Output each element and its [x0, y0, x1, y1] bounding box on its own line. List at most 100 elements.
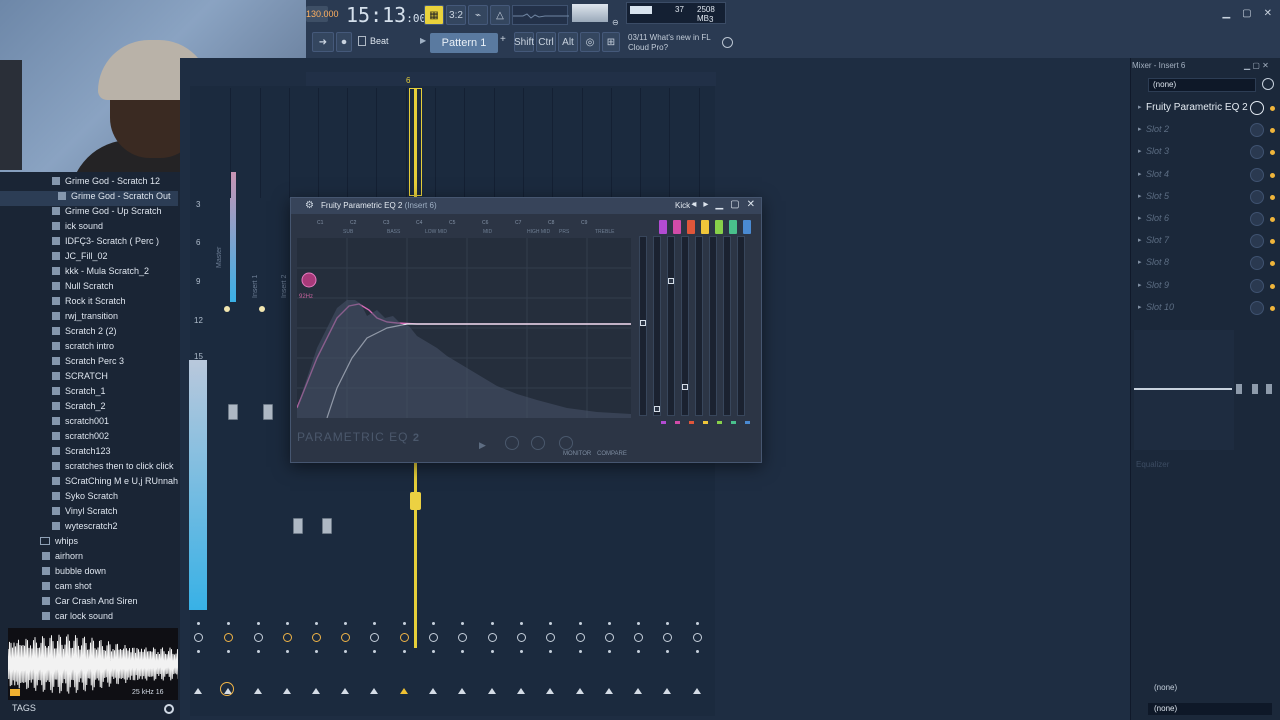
- pan-knob[interactable]: [605, 633, 614, 642]
- route-send-icon[interactable]: [517, 688, 525, 694]
- pattern-selector[interactable]: Pattern 1: [430, 33, 498, 53]
- route-send-icon[interactable]: [634, 688, 642, 694]
- slot-mix-knob[interactable]: [1250, 145, 1264, 160]
- strip-enable-led[interactable]: [259, 306, 265, 312]
- browser-file-item[interactable]: Rock it Scratch: [0, 296, 178, 311]
- slot-mix-knob[interactable]: [1250, 167, 1264, 182]
- effect-slot[interactable]: ▸ Slot 8: [1132, 253, 1278, 275]
- browser-file-item[interactable]: Scratch123: [0, 446, 178, 461]
- browser-file-item[interactable]: wytescratch2: [0, 521, 178, 536]
- song-time-display[interactable]: 15:13:00: [346, 3, 426, 27]
- mini-eq-fader-2[interactable]: [1252, 384, 1258, 394]
- ctrl-button[interactable]: Ctrl: [536, 32, 556, 52]
- slot-expand-icon[interactable]: ▸: [1138, 147, 1142, 155]
- eq-play-icon[interactable]: ▶: [479, 440, 486, 451]
- snap-beat-label[interactable]: Beat: [370, 36, 389, 46]
- minimize-icon[interactable]: ▁: [715, 199, 723, 210]
- eq-band-chip[interactable]: [729, 220, 737, 234]
- browser-file-item[interactable]: Scratch Perc 3: [0, 356, 178, 371]
- eq-band-chip[interactable]: [673, 220, 681, 234]
- latency-icon[interactable]: [1262, 78, 1274, 90]
- alt-button[interactable]: Alt: [558, 32, 578, 52]
- search-icon[interactable]: [164, 704, 174, 714]
- store-button[interactable]: ⊞: [602, 32, 620, 52]
- pan-knob[interactable]: [517, 633, 526, 642]
- slot-mix-knob[interactable]: [1250, 101, 1264, 115]
- pan-knob[interactable]: [341, 633, 350, 642]
- slot-mix-knob[interactable]: [1250, 123, 1264, 138]
- master-route-icon[interactable]: [220, 682, 234, 696]
- tempo-display[interactable]: 130.000: [306, 6, 339, 22]
- browser-file-item[interactable]: scratch002: [0, 431, 178, 446]
- route-send-icon[interactable]: [194, 688, 202, 694]
- gear-icon[interactable]: ⚙: [305, 200, 314, 211]
- browser-file-item[interactable]: kkk - Mula Scratch_2: [0, 266, 178, 281]
- route-send-icon[interactable]: [400, 688, 408, 694]
- insert6-fader[interactable]: [410, 492, 421, 510]
- slot-expand-icon[interactable]: ▸: [1138, 258, 1142, 266]
- browser-file-item[interactable]: Null Scratch: [0, 281, 178, 296]
- effect-slot[interactable]: ▸ Slot 5: [1132, 187, 1278, 209]
- route-send-icon[interactable]: [546, 688, 554, 694]
- slot-enable-led[interactable]: [1270, 261, 1275, 267]
- browser-file-item[interactable]: car lock sound: [0, 611, 178, 626]
- route-send-icon[interactable]: [312, 688, 320, 694]
- effect-slot[interactable]: ▸ Slot 2: [1132, 120, 1278, 142]
- mini-eq-fader-3[interactable]: [1266, 384, 1272, 394]
- slot-mix-knob[interactable]: [1250, 256, 1264, 271]
- mini-eq[interactable]: [1134, 330, 1234, 450]
- volume-fader[interactable]: [228, 404, 238, 420]
- metronome-button[interactable]: △: [490, 5, 510, 25]
- prev-preset-icon[interactable]: ◂: [691, 199, 696, 210]
- eq-band-chip[interactable]: [715, 220, 723, 234]
- route-send-icon[interactable]: [663, 688, 671, 694]
- slot-enable-led[interactable]: [1270, 128, 1275, 134]
- browser-file-item[interactable]: SCRATCH: [0, 371, 178, 386]
- strip-enable-led[interactable]: [224, 306, 230, 312]
- route-send-icon[interactable]: [458, 688, 466, 694]
- pan-knob[interactable]: [283, 633, 292, 642]
- add-pattern-icon[interactable]: +: [500, 34, 506, 45]
- news-panel[interactable]: 03/11 What's new in FL Cloud Pro?: [628, 33, 711, 53]
- time-sig-button[interactable]: 3:2: [446, 5, 466, 25]
- restore-icon[interactable]: ▢: [1242, 8, 1251, 19]
- route-send-icon[interactable]: [488, 688, 496, 694]
- route-send-icon[interactable]: [370, 688, 378, 694]
- eq-band-gain-slider[interactable]: [737, 236, 745, 416]
- browser-file-item[interactable]: rwj_transition: [0, 311, 178, 326]
- eq-band-gain-slider[interactable]: [653, 236, 661, 416]
- browser-file-item[interactable]: SCratChing M e U,j RUnnah (Drops)_4: [0, 476, 221, 491]
- pan-knob[interactable]: [254, 633, 263, 642]
- pan-knob[interactable]: [400, 633, 409, 642]
- pan-knob[interactable]: [693, 633, 702, 642]
- effect-slot[interactable]: ▸ Slot 6: [1132, 209, 1278, 231]
- pan-knob[interactable]: [429, 633, 438, 642]
- tags-label[interactable]: TAGS: [12, 703, 36, 713]
- volume-fader[interactable]: [322, 518, 332, 534]
- eq-frequency-graph[interactable]: 92Hz: [296, 238, 631, 419]
- pan-knob[interactable]: [370, 633, 379, 642]
- slot-enable-led[interactable]: [1270, 150, 1275, 156]
- maximize-icon[interactable]: ▢: [730, 199, 739, 210]
- eq-titlebar[interactable]: ⚙ Fruity Parametric EQ 2 (Insert 6) Kick…: [291, 198, 761, 214]
- pattern-song-toggle[interactable]: ▦: [424, 5, 444, 25]
- slot-mix-knob[interactable]: [1250, 189, 1264, 204]
- browser-file-item[interactable]: Scratch_1: [0, 386, 178, 401]
- browser-file-item[interactable]: scratch001: [0, 416, 178, 431]
- volume-fader[interactable]: [263, 404, 273, 420]
- route-send-icon[interactable]: [693, 688, 701, 694]
- browser-file-item[interactable]: Car Crash And Siren: [0, 596, 178, 611]
- pan-knob[interactable]: [194, 633, 203, 642]
- eq-lin-button[interactable]: [505, 436, 519, 450]
- slot-expand-icon[interactable]: ▸: [1138, 125, 1142, 133]
- route-send-icon[interactable]: [254, 688, 262, 694]
- slot-expand-icon[interactable]: ▸: [1138, 303, 1142, 311]
- slot-enable-led[interactable]: [1270, 305, 1275, 311]
- browser-file-item[interactable]: scratches then to click click: [0, 461, 178, 476]
- route-send-icon[interactable]: [429, 688, 437, 694]
- slot-enable-led[interactable]: [1270, 283, 1275, 289]
- browser-file-item[interactable]: Grime God - Scratch Out: [0, 191, 178, 206]
- shift-button[interactable]: Shift: [514, 32, 534, 52]
- eq-monitor-knob[interactable]: [559, 436, 573, 450]
- slot-enable-led[interactable]: [1270, 172, 1275, 178]
